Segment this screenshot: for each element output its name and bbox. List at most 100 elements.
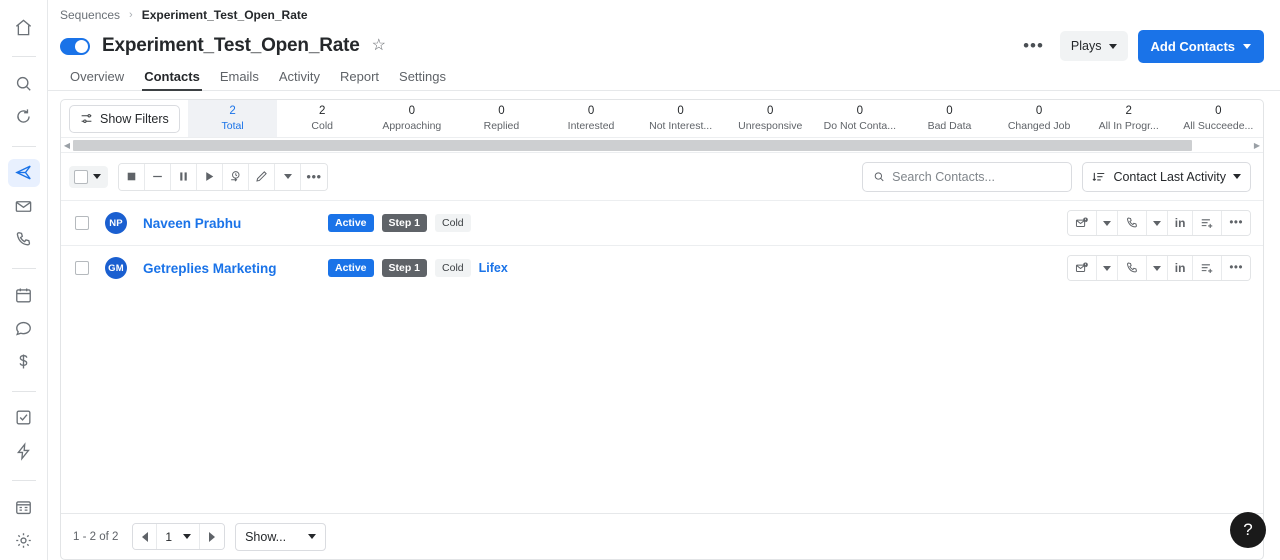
chat-icon[interactable] — [8, 315, 40, 342]
edit-button[interactable] — [249, 163, 275, 190]
plays-button[interactable]: Plays — [1059, 31, 1128, 61]
help-button[interactable]: ? — [1230, 512, 1266, 548]
toolbar-right: Contact Last Activity — [862, 161, 1251, 192]
stat-do-not-contact[interactable]: 0 Do Not Conta... — [815, 100, 905, 137]
stat-approaching[interactable]: 0 Approaching — [367, 100, 457, 137]
next-page-button[interactable] — [200, 524, 225, 549]
edit-dropdown-button[interactable] — [275, 163, 301, 190]
stat-cold[interactable]: 2 Cold — [277, 100, 367, 137]
contact-name-link[interactable]: Naveen Prabhu — [143, 216, 328, 231]
sidebar-item-sequences[interactable] — [7, 159, 40, 187]
breadcrumb-parent[interactable]: Sequences — [60, 8, 120, 22]
row-more-button[interactable]: ••• — [1222, 211, 1250, 235]
stat-total[interactable]: 2 Total — [187, 100, 278, 137]
avatar: NP — [105, 212, 127, 234]
favorite-star-icon[interactable]: ☆ — [372, 38, 386, 54]
search-icon[interactable] — [8, 70, 40, 97]
stat-value: 0 — [856, 105, 864, 118]
linkedin-icon[interactable]: in — [1167, 211, 1194, 235]
dollar-icon[interactable] — [8, 348, 40, 375]
status-badge: Active — [328, 258, 374, 278]
linkedin-icon[interactable]: in — [1167, 256, 1194, 280]
pause-button[interactable] — [171, 163, 197, 190]
row-checkbox[interactable] — [75, 261, 89, 275]
chevron-right-icon — [209, 531, 216, 542]
breadcrumb-current: Experiment_Test_Open_Rate — [141, 8, 308, 22]
rail-divider — [11, 145, 36, 147]
tab-activity[interactable]: Activity — [269, 70, 330, 90]
stat-changed-job[interactable]: 0 Changed Job — [994, 100, 1084, 137]
stat-value: 0 — [767, 105, 774, 118]
stat-unresponsive[interactable]: 0 Unresponsive — [725, 100, 815, 137]
row-more-button[interactable]: ••• — [1222, 256, 1250, 280]
stop-button[interactable] — [119, 163, 145, 190]
sequence-enabled-toggle[interactable] — [60, 37, 90, 55]
add-task-button[interactable] — [1193, 256, 1223, 280]
email-dropdown-button[interactable] — [1096, 211, 1118, 235]
report-icon[interactable] — [8, 494, 40, 521]
stat-all-in-progress[interactable]: 2 All In Progr... — [1084, 100, 1174, 137]
reschedule-button[interactable] — [223, 163, 249, 190]
header-more-button[interactable]: ••• — [1017, 36, 1050, 56]
task-icon[interactable] — [8, 404, 40, 431]
stat-value: 0 — [408, 105, 415, 118]
bolt-icon[interactable] — [8, 438, 40, 465]
stats-horizontal-scrollbar[interactable]: ◀ ▶ — [61, 138, 1263, 153]
table-row[interactable]: NP Naveen Prabhu Active Step 1 Cold in •… — [61, 200, 1263, 245]
minus-button[interactable] — [145, 163, 171, 190]
play-button[interactable] — [197, 163, 223, 190]
envelope-icon[interactable] — [8, 193, 40, 220]
stat-value: 0 — [587, 105, 595, 118]
call-dropdown-button[interactable] — [1146, 256, 1168, 280]
table-row[interactable]: GM Getreplies Marketing Active Step 1 Co… — [61, 245, 1263, 290]
scroll-left-icon[interactable]: ◀ — [61, 141, 73, 150]
stage-badge: Cold — [435, 258, 471, 278]
rail-divider — [11, 268, 36, 269]
page-title: Experiment_Test_Open_Rate — [102, 35, 360, 56]
scroll-right-icon[interactable]: ▶ — [1251, 141, 1263, 150]
select-all-checkbox[interactable] — [74, 169, 88, 184]
email-button[interactable] — [1067, 211, 1097, 235]
show-filters-button[interactable]: Show Filters — [69, 104, 180, 133]
company-link[interactable]: Lifex — [479, 261, 508, 275]
phone-icon[interactable] — [8, 226, 40, 253]
tab-settings[interactable]: Settings — [389, 70, 456, 90]
sort-label: Contact Last Activity — [1113, 169, 1226, 184]
contact-name-link[interactable]: Getreplies Marketing — [143, 261, 328, 276]
page-number-dropdown[interactable]: 1 — [157, 524, 201, 549]
stat-all-succeeded[interactable]: 0 All Succeede... — [1173, 100, 1263, 137]
add-task-button[interactable] — [1193, 211, 1223, 235]
filter-icon — [81, 114, 92, 123]
search-contacts-box[interactable] — [862, 161, 1073, 192]
calendar-icon[interactable] — [8, 282, 40, 309]
sort-dropdown[interactable]: Contact Last Activity — [1082, 161, 1251, 192]
prev-page-button[interactable] — [133, 524, 158, 549]
stat-replied[interactable]: 0 Replied — [457, 100, 547, 137]
stat-bad-data[interactable]: 0 Bad Data — [905, 100, 995, 137]
tab-report[interactable]: Report — [330, 70, 389, 90]
pagination-bar: 1 - 2 of 2 1 Show... — [61, 513, 1263, 559]
email-dropdown-button[interactable] — [1096, 256, 1118, 280]
chevron-down-icon — [308, 534, 317, 539]
tab-emails[interactable]: Emails — [210, 70, 269, 90]
tab-overview[interactable]: Overview — [60, 70, 134, 90]
call-dropdown-button[interactable] — [1146, 211, 1168, 235]
scrollbar-track[interactable] — [73, 139, 1251, 151]
email-button[interactable] — [1067, 256, 1097, 280]
search-input[interactable] — [892, 169, 1062, 184]
tab-contacts[interactable]: Contacts — [134, 70, 210, 91]
add-contacts-button[interactable]: Add Contacts — [1137, 29, 1264, 63]
stat-not-interested[interactable]: 0 Not Interest... — [636, 100, 726, 137]
sync-icon[interactable] — [8, 103, 40, 130]
rail-divider — [11, 390, 36, 392]
select-all-dropdown[interactable] — [69, 165, 108, 188]
scrollbar-thumb[interactable] — [73, 139, 1193, 151]
page-size-dropdown[interactable]: Show... — [235, 522, 327, 551]
more-actions-button[interactable]: ••• — [301, 163, 327, 190]
stat-interested[interactable]: 0 Interested — [546, 100, 636, 137]
home-icon[interactable] — [8, 14, 40, 41]
call-button[interactable] — [1117, 256, 1147, 280]
gear-icon[interactable] — [8, 527, 40, 554]
row-checkbox[interactable] — [75, 216, 89, 230]
call-button[interactable] — [1117, 211, 1147, 235]
